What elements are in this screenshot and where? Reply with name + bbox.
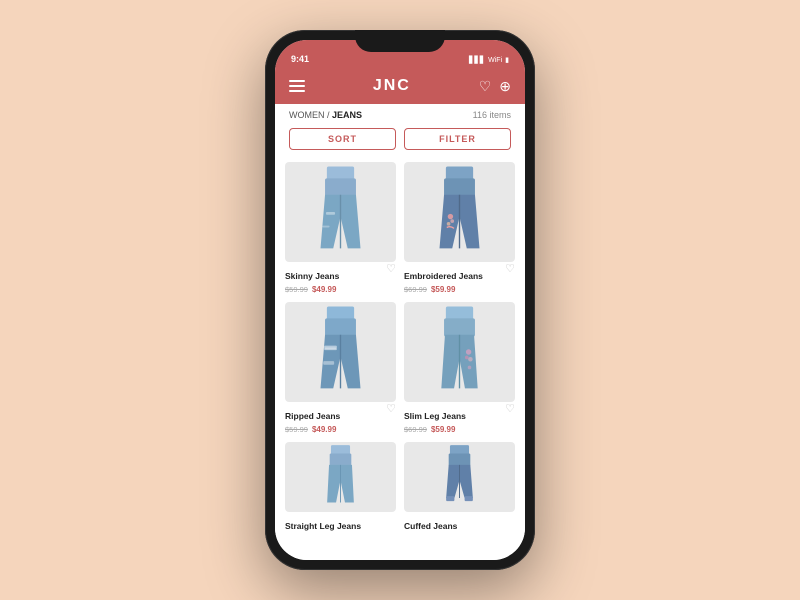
price-sale-embroidered: $59.99 xyxy=(431,285,455,294)
product-grid[interactable]: Skinny Jeans $59.99 $49.99 ♡ xyxy=(275,158,525,560)
filter-bar: SORT FILTER xyxy=(275,124,525,158)
price-original-embroidered: $69.99 xyxy=(404,285,427,294)
price-sale-slim: $59.99 xyxy=(431,425,455,434)
product-prices-ripped: $59.99 $49.99 xyxy=(285,425,396,434)
signal-icon: ▋▋▋ xyxy=(469,56,485,64)
wishlist-ripped-button[interactable]: ♡ xyxy=(386,404,396,415)
product-name-skinny: Skinny Jeans xyxy=(285,271,339,281)
status-time: 9:41 xyxy=(291,42,309,64)
sort-button[interactable]: SORT xyxy=(289,128,396,150)
product-info-slim: Slim Leg Jeans $69.99 $59.99 ♡ xyxy=(404,402,515,434)
product-card-straight[interactable]: Straight Leg Jeans xyxy=(285,442,396,534)
product-card-cuffed[interactable]: Cuffed Jeans xyxy=(404,442,515,534)
phone-frame: 9:41 ▋▋▋ WiFi ▮ JNC ♡ ⊕ WOMEN xyxy=(265,30,535,570)
product-name-embroidered: Embroidered Jeans xyxy=(404,271,483,281)
product-name-ripped: Ripped Jeans xyxy=(285,411,340,421)
wifi-icon: WiFi xyxy=(488,57,502,64)
breadcrumb-current: JEANS xyxy=(332,110,362,120)
bag-icon[interactable]: ⊕ xyxy=(499,78,511,95)
jeans-cuffed-illustration xyxy=(404,442,515,512)
filter-button[interactable]: FILTER xyxy=(404,128,511,150)
item-count: 116 items xyxy=(473,110,511,120)
product-row-3: Straight Leg Jeans xyxy=(285,442,515,534)
jeans-illustration xyxy=(285,162,396,262)
price-original-ripped: $59.99 xyxy=(285,425,308,434)
product-row-1: Skinny Jeans $59.99 $49.99 ♡ xyxy=(285,162,515,294)
product-name-straight: Straight Leg Jeans xyxy=(285,521,361,531)
product-card-skinny[interactable]: Skinny Jeans $59.99 $49.99 ♡ xyxy=(285,162,396,294)
product-image-ripped xyxy=(285,302,396,402)
product-row-2: Ripped Jeans $59.99 $49.99 ♡ xyxy=(285,302,515,434)
jeans-ripped-illustration xyxy=(285,302,396,402)
notch xyxy=(355,30,445,52)
wishlist-icon[interactable]: ♡ xyxy=(479,78,492,95)
product-info-ripped: Ripped Jeans $59.99 $49.99 ♡ xyxy=(285,402,396,434)
product-prices-slim: $69.99 $59.99 xyxy=(404,425,515,434)
header-actions: ♡ ⊕ xyxy=(479,78,511,95)
product-prices-skinny: $59.99 $49.99 xyxy=(285,285,396,294)
wishlist-slim-button[interactable]: ♡ xyxy=(505,404,515,415)
product-name-cuffed: Cuffed Jeans xyxy=(404,521,457,531)
price-original-slim: $69.99 xyxy=(404,425,427,434)
phone-screen: 9:41 ▋▋▋ WiFi ▮ JNC ♡ ⊕ WOMEN xyxy=(275,40,525,560)
product-info-cuffed: Cuffed Jeans xyxy=(404,512,515,534)
breadcrumb-bar: WOMEN / JEANS 116 items xyxy=(275,104,525,124)
price-sale-skinny: $49.99 xyxy=(312,285,336,294)
product-card-embroidered[interactable]: Embroidered Jeans $69.99 $59.99 ♡ xyxy=(404,162,515,294)
app-header: JNC ♡ ⊕ xyxy=(275,68,525,104)
battery-icon: ▮ xyxy=(505,56,509,64)
product-card-slim[interactable]: Slim Leg Jeans $69.99 $59.99 ♡ xyxy=(404,302,515,434)
product-info-embroidered: Embroidered Jeans $69.99 $59.99 ♡ xyxy=(404,262,515,294)
product-card-ripped[interactable]: Ripped Jeans $59.99 $49.99 ♡ xyxy=(285,302,396,434)
jeans-straight-illustration xyxy=(285,442,396,512)
product-info-skinny: Skinny Jeans $59.99 $49.99 ♡ xyxy=(285,262,396,294)
wishlist-skinny-button[interactable]: ♡ xyxy=(386,264,396,275)
wishlist-embroidered-button[interactable]: ♡ xyxy=(505,264,515,275)
jeans-slim-illustration xyxy=(404,302,515,402)
product-image-cuffed xyxy=(404,442,515,512)
app-logo: JNC xyxy=(373,77,411,95)
product-name-slim: Slim Leg Jeans xyxy=(404,411,466,421)
price-original-skinny: $59.99 xyxy=(285,285,308,294)
breadcrumb: WOMEN / JEANS xyxy=(289,110,362,120)
status-icons: ▋▋▋ WiFi ▮ xyxy=(469,44,509,64)
menu-button[interactable] xyxy=(289,80,305,92)
price-sale-ripped: $49.99 xyxy=(312,425,336,434)
breadcrumb-parent[interactable]: WOMEN xyxy=(289,110,325,120)
jeans-embroidered-illustration xyxy=(404,162,515,262)
product-image-straight xyxy=(285,442,396,512)
product-image-embroidered xyxy=(404,162,515,262)
product-info-straight: Straight Leg Jeans xyxy=(285,512,396,534)
product-image-slim xyxy=(404,302,515,402)
product-prices-embroidered: $69.99 $59.99 xyxy=(404,285,515,294)
product-image-skinny xyxy=(285,162,396,262)
